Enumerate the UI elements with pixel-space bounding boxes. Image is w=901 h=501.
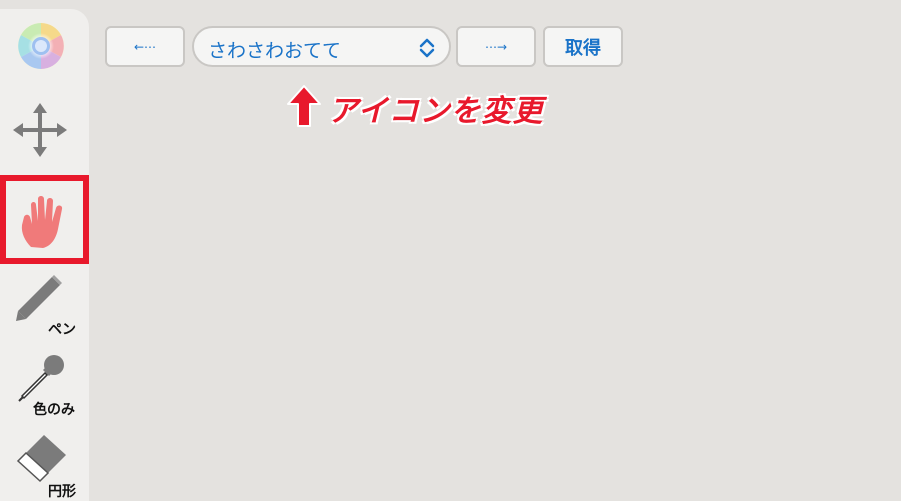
prev-label: ⋯ bbox=[144, 39, 157, 54]
tool-color-wheel[interactable] bbox=[0, 19, 89, 79]
tool-sidebar: ペン 色のみ 円形 bbox=[0, 9, 89, 501]
chevron-updown-icon bbox=[419, 38, 435, 58]
annotation-text: アイコンを変更 bbox=[328, 94, 544, 129]
tool-move[interactable] bbox=[0, 101, 89, 171]
prev-arrow-icon: ← bbox=[133, 39, 145, 54]
color-wheel-icon bbox=[17, 22, 65, 70]
tool-eraser[interactable]: 円形 bbox=[0, 433, 89, 501]
brush-select-value: さわさわおてて bbox=[208, 40, 342, 62]
hand-icon bbox=[21, 196, 63, 248]
dropper-label: 色のみ bbox=[33, 402, 75, 418]
next-arrow-icon: → bbox=[496, 39, 508, 54]
eraser-label: 円形 bbox=[48, 484, 76, 500]
drawing-app: ペン 色のみ 円形 ← ⋯ さわさわおてて ⋯ → 取得 アイコンを変更 bbox=[0, 0, 901, 501]
get-button[interactable]: 取得 bbox=[543, 26, 623, 67]
pen-icon bbox=[16, 275, 62, 321]
move-arrows-icon bbox=[13, 103, 67, 157]
arrow-up-icon bbox=[287, 85, 321, 127]
brush-select[interactable]: さわさわおてて bbox=[192, 26, 451, 67]
eraser-icon bbox=[16, 435, 66, 483]
tool-dropper[interactable]: 色のみ bbox=[0, 353, 89, 423]
dropper-icon bbox=[18, 355, 64, 402]
pen-label: ペン bbox=[48, 322, 76, 338]
prev-button[interactable]: ← ⋯ bbox=[105, 26, 185, 67]
get-label: 取得 bbox=[565, 37, 601, 59]
next-button[interactable]: ⋯ → bbox=[456, 26, 536, 67]
tool-pen[interactable]: ペン bbox=[0, 271, 89, 343]
next-label: ⋯ bbox=[484, 39, 497, 54]
tool-hand-selected[interactable] bbox=[0, 175, 89, 264]
